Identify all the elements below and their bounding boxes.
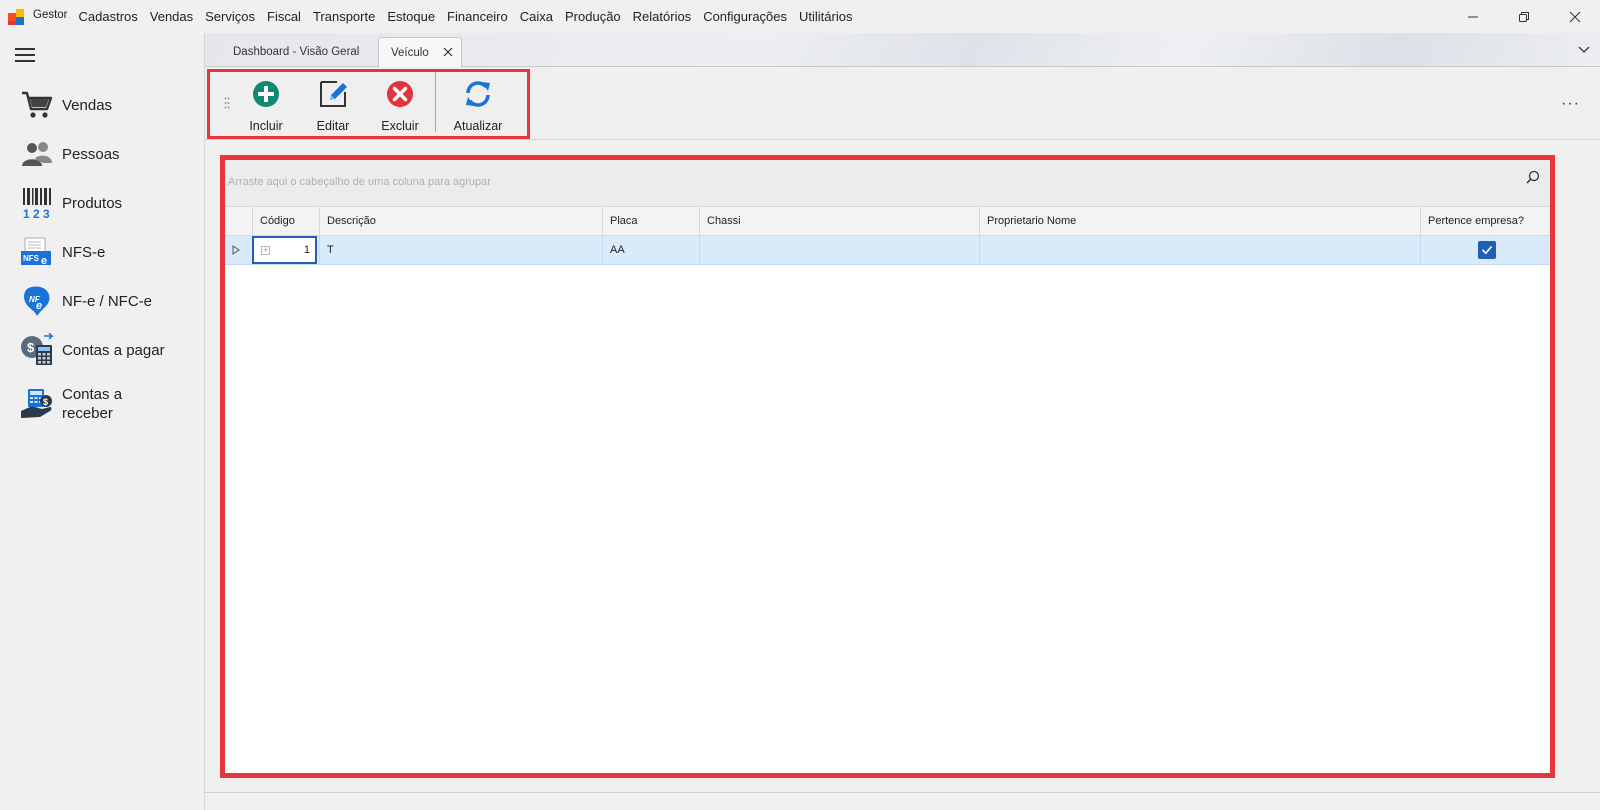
chevron-down-icon[interactable]: [1578, 44, 1590, 54]
title-menu-bar: Gestor Cadastros Vendas Serviços Fiscal …: [0, 0, 1600, 33]
column-header-codigo[interactable]: Código: [252, 207, 319, 236]
sidebar-item-nfse[interactable]: NFS e NFS-e: [20, 235, 200, 269]
menu-utilitarios[interactable]: Utilitários: [799, 9, 852, 24]
column-header-pertence-empresa[interactable]: Pertence empresa?: [1420, 207, 1550, 236]
svg-text:NFS: NFS: [23, 254, 40, 263]
editar-label: Editar: [316, 119, 350, 133]
more-options-button[interactable]: ···: [1561, 95, 1580, 113]
tab-dashboard[interactable]: Dashboard - Visão Geral: [205, 37, 375, 67]
sidebar-item-vendas[interactable]: Vendas: [20, 88, 200, 122]
vehicle-grid: Arraste aqui o cabeçalho de uma coluna p…: [220, 155, 1555, 778]
search-icon[interactable]: [1526, 170, 1540, 184]
cell-codigo-value: 1: [303, 244, 310, 256]
sidebar-item-nfe-nfce[interactable]: NF e NF-e / NFC-e: [20, 284, 200, 318]
grid-header: Código Descrição Placa Chassi Proprietar…: [225, 206, 1550, 236]
tab-label: Dashboard - Visão Geral: [233, 46, 360, 58]
sidebar-item-label: NFS-e: [62, 243, 106, 261]
sidebar-item-label: Produtos: [62, 194, 123, 212]
excluir-label: Excluir: [381, 119, 419, 133]
menu-producao[interactable]: Produção: [565, 9, 621, 24]
menu-cadastros[interactable]: Cadastros: [79, 9, 138, 24]
close-icon: [1569, 11, 1580, 22]
menu-financeiro[interactable]: Financeiro: [447, 9, 508, 24]
sidebar-item-contas-receber[interactable]: $ Contas a receber: [20, 385, 200, 423]
people-icon: [20, 137, 54, 171]
main-menu: Gestor Cadastros Vendas Serviços Fiscal …: [33, 9, 864, 24]
column-header-chassi[interactable]: Chassi: [699, 207, 979, 236]
sidebar-item-label: Pessoas: [62, 145, 120, 163]
window-controls: [1447, 0, 1600, 33]
app-logo-icon: [8, 8, 24, 25]
menu-fiscal[interactable]: Fiscal: [267, 9, 301, 24]
restore-icon: [1518, 11, 1529, 22]
column-header-placa[interactable]: Placa: [602, 207, 699, 236]
cart-icon: [20, 88, 54, 122]
menu-estoque[interactable]: Estoque: [387, 9, 435, 24]
incluir-label: Incluir: [249, 119, 283, 133]
tab-veiculo[interactable]: Veículo: [378, 37, 462, 67]
x-circle-icon: [387, 81, 413, 107]
status-divider: [205, 792, 1600, 793]
group-by-panel[interactable]: Arraste aqui o cabeçalho de uma coluna p…: [225, 160, 1550, 206]
nfe-icon: NF e: [20, 284, 54, 318]
menu-configuracoes[interactable]: Configurações: [703, 9, 787, 24]
column-header-descricao[interactable]: Descrição: [319, 207, 602, 236]
plus-circle-icon: [253, 81, 279, 107]
cell-chassi[interactable]: [699, 236, 979, 264]
menu-transporte[interactable]: Transporte: [313, 9, 375, 24]
refresh-icon: [466, 81, 490, 107]
cell-proprietario-nome[interactable]: [979, 236, 1420, 264]
close-window-button[interactable]: [1549, 0, 1600, 33]
expand-icon[interactable]: +: [261, 246, 270, 255]
hand-money-icon: $: [20, 387, 54, 421]
toolbar-separator: [435, 72, 436, 132]
table-row[interactable]: + 1 T AA: [225, 236, 1550, 265]
sidebar-item-contas-pagar[interactable]: $ Contas a pagar: [20, 333, 200, 367]
sidebar-item-label: NF-e / NFC-e: [62, 292, 152, 310]
svg-text:e: e: [36, 300, 42, 312]
svg-text:$: $: [43, 397, 48, 407]
minimize-button[interactable]: [1447, 0, 1498, 33]
cell-descricao[interactable]: T: [319, 236, 602, 264]
menu-servicos[interactable]: Serviços: [205, 9, 255, 24]
cell-pertence-empresa[interactable]: [1420, 236, 1550, 264]
pertence-empresa-checkbox[interactable]: [1478, 241, 1496, 259]
cell-placa[interactable]: AA: [602, 236, 699, 264]
sidebar-item-label: Contas a pagar: [62, 341, 165, 359]
excluir-button[interactable]: Excluir: [370, 79, 430, 133]
svg-text:e: e: [41, 255, 47, 267]
menu-caixa[interactable]: Caixa: [520, 9, 553, 24]
cell-codigo[interactable]: + 1: [252, 236, 317, 264]
sidebar-item-produtos[interactable]: 1 2 3 Produtos: [20, 186, 200, 220]
sidebar: Vendas Pessoas 1 2 3 Produtos NFS e NFS-e…: [0, 33, 205, 810]
sidebar-item-label: Contas a receber: [62, 386, 123, 422]
grip-handle-icon[interactable]: [224, 97, 230, 109]
row-indicator-icon: [232, 245, 240, 255]
menu-gestor[interactable]: Gestor: [33, 9, 68, 24]
ribbon-toolbar: Incluir Editar Excluir Atualizar ···: [205, 67, 1600, 140]
nfse-icon: NFS e: [20, 235, 54, 269]
atualizar-label: Atualizar: [453, 119, 503, 133]
sidebar-item-pessoas[interactable]: Pessoas: [20, 137, 200, 171]
group-hint-text: Arraste aqui o cabeçalho de uma coluna p…: [228, 176, 491, 188]
incluir-button[interactable]: Incluir: [236, 79, 296, 133]
column-header-proprietario-nome[interactable]: Proprietario Nome: [979, 207, 1420, 236]
calculator-coin-icon: $: [20, 333, 54, 367]
hamburger-icon[interactable]: [15, 48, 35, 62]
edit-icon: [320, 81, 347, 107]
document-tabs: Dashboard - Visão Geral Veículo: [205, 33, 1600, 67]
barcode-icon: 1 2 3: [20, 186, 54, 220]
atualizar-button[interactable]: Atualizar: [448, 79, 508, 133]
tab-label: Veículo: [391, 46, 429, 59]
minimize-icon: [1467, 16, 1478, 17]
checkmark-icon: [1481, 245, 1493, 255]
close-tab-icon[interactable]: [443, 47, 453, 57]
sidebar-item-label: Vendas: [62, 96, 113, 114]
restore-button[interactable]: [1498, 0, 1549, 33]
menu-vendas[interactable]: Vendas: [150, 9, 193, 24]
editar-button[interactable]: Editar: [303, 79, 363, 133]
menu-relatorios[interactable]: Relatórios: [633, 9, 692, 24]
svg-text:1 2 3: 1 2 3: [23, 207, 50, 219]
svg-text:$: $: [27, 340, 35, 355]
